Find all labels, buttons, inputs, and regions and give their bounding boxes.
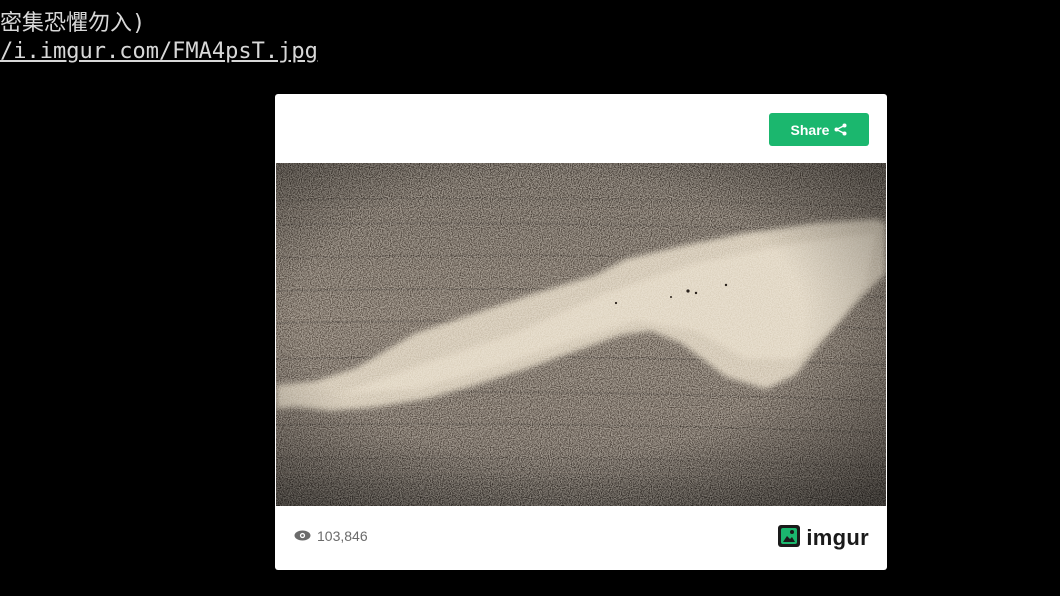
imgur-logo-icon bbox=[778, 525, 801, 551]
share-button-label: Share bbox=[790, 121, 830, 138]
imgur-wordmark: imgur bbox=[806, 525, 869, 550]
view-count: 103,846 bbox=[294, 528, 368, 544]
imgur-embed-card: Share 103,846 imgur bbox=[275, 94, 887, 570]
post-title-fragment: 密集恐懼勿入) bbox=[0, 11, 146, 36]
share-button[interactable]: Share bbox=[769, 113, 869, 146]
share-icon bbox=[834, 123, 847, 136]
view-count-value: 103,846 bbox=[317, 528, 368, 544]
embedded-photo[interactable] bbox=[276, 163, 886, 506]
embed-header: Share bbox=[275, 94, 887, 163]
imgur-logo[interactable]: imgur bbox=[778, 525, 869, 551]
eye-icon bbox=[294, 528, 311, 544]
post-text: 密集恐懼勿入) /i.imgur.com/FMA4psT.jpg bbox=[0, 10, 318, 66]
embed-footer: 103,846 imgur bbox=[275, 506, 887, 570]
image-link[interactable]: /i.imgur.com/FMA4psT.jpg bbox=[0, 38, 318, 66]
